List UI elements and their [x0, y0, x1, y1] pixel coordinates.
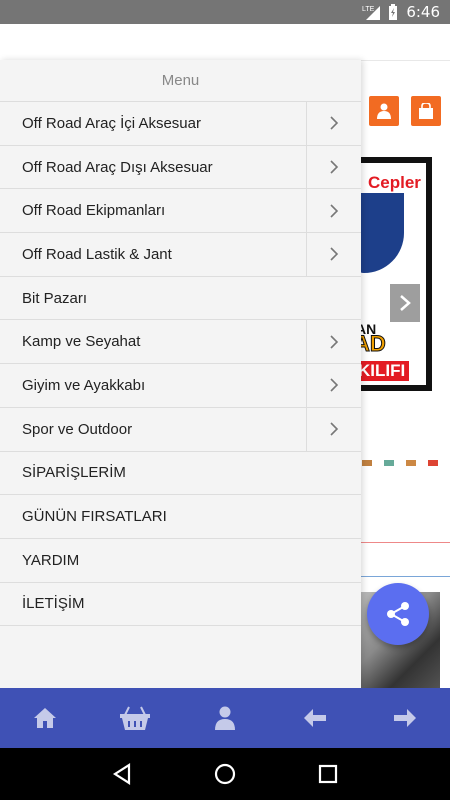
submenu-expand-button[interactable]: [306, 189, 361, 233]
forward-button[interactable]: [380, 693, 430, 743]
menu-item[interactable]: Kamp ve Seyahat: [0, 320, 361, 365]
banner-text-top: Cepler: [368, 173, 421, 192]
navigation-drawer: Menu Off Road Araç İçi Aksesuar Off Road …: [0, 60, 361, 688]
carousel-next-button[interactable]: [390, 284, 420, 322]
lte-signal-icon: LTE: [362, 4, 381, 20]
status-time: 6:46: [406, 3, 440, 21]
chevron-right-icon: [330, 160, 339, 174]
share-button[interactable]: [367, 583, 429, 645]
brand-logo: [428, 460, 438, 466]
circle-home-icon: [214, 763, 236, 785]
section-divider: [360, 542, 450, 543]
chevron-right-icon: [330, 247, 339, 261]
menu-item[interactable]: Bit Pazarı: [0, 277, 361, 321]
arrow-left-icon: [304, 709, 326, 727]
menu-item-label: Bit Pazarı: [22, 289, 88, 307]
svg-text:LTE: LTE: [362, 6, 375, 13]
system-recents-button[interactable]: [308, 754, 348, 794]
menu-item[interactable]: İLETİŞİM: [0, 583, 361, 627]
system-nav-bar: [0, 748, 450, 800]
banner-text-bottom: KILIFI: [354, 361, 410, 381]
system-home-button[interactable]: [205, 754, 245, 794]
home-button[interactable]: [20, 693, 70, 743]
square-recents-icon: [319, 764, 338, 784]
menu-item-label: Spor ve Outdoor: [22, 420, 133, 438]
chevron-right-icon: [400, 295, 411, 311]
chevron-right-icon: [330, 116, 339, 130]
home-icon: [34, 708, 56, 728]
system-back-button[interactable]: [102, 754, 142, 794]
chevron-right-icon: [330, 204, 339, 218]
menu-item-label: Giyim ve Ayakkabı: [22, 376, 146, 394]
menu-item-label: Off Road Araç İçi Aksesuar: [22, 114, 201, 132]
brand-logos: [362, 460, 438, 466]
basket-button[interactable]: [110, 693, 160, 743]
submenu-expand-button[interactable]: [306, 320, 361, 364]
menu-item-label: SİPARİŞLERİM: [22, 464, 126, 482]
basket-icon: [120, 706, 150, 730]
menu-item-label: Off Road Araç Dışı Aksesuar: [22, 158, 213, 176]
menu-list: Off Road Araç İçi Aksesuar Off Road Araç …: [0, 102, 361, 627]
menu-item[interactable]: Giyim ve Ayakkabı: [0, 364, 361, 408]
menu-item-label: Off Road Lastik & Jant: [22, 245, 172, 263]
menu-item-label: GÜNÜN FIRSATLARI: [22, 508, 167, 526]
menu-item-label: YARDIM: [22, 551, 80, 569]
brand-logo: [362, 460, 372, 466]
account-button[interactable]: [369, 96, 399, 126]
submenu-expand-button[interactable]: [306, 407, 361, 451]
menu-item[interactable]: Off Road Araç İçi Aksesuar: [0, 102, 361, 146]
bottom-nav-bar: [0, 688, 450, 748]
menu-item[interactable]: SİPARİŞLERİM: [0, 452, 361, 496]
brand-logo: [406, 460, 416, 466]
chevron-right-icon: [330, 335, 339, 349]
status-bar: LTE 6:46: [0, 0, 450, 24]
submenu-expand-button[interactable]: [306, 364, 361, 407]
user-icon: [377, 103, 391, 119]
chevron-right-icon: [330, 422, 339, 436]
menu-item[interactable]: Off Road Lastik & Jant: [0, 233, 361, 277]
submenu-expand-button[interactable]: [306, 145, 361, 189]
menu-item[interactable]: Spor ve Outdoor: [0, 407, 361, 452]
profile-button[interactable]: [200, 693, 250, 743]
submenu-expand-button[interactable]: [306, 102, 361, 145]
menu-item[interactable]: YARDIM: [0, 539, 361, 583]
submenu-expand-button[interactable]: [306, 233, 361, 276]
triangle-back-icon: [112, 763, 130, 785]
battery-icon: [388, 4, 398, 20]
menu-item[interactable]: GÜNÜN FIRSATLARI: [0, 495, 361, 539]
cart-button[interactable]: [411, 96, 441, 126]
menu-item-label: İLETİŞİM: [22, 595, 85, 613]
drawer-title: Menu: [0, 60, 361, 102]
share-icon: [387, 602, 409, 626]
menu-item-label: Off Road Ekipmanları: [22, 202, 166, 220]
chevron-right-icon: [330, 378, 339, 393]
brand-logo: [384, 460, 394, 466]
menu-item[interactable]: Off Road Araç Dışı Aksesuar: [0, 145, 361, 190]
back-button[interactable]: [290, 693, 340, 743]
shopping-bag-icon: [419, 103, 433, 119]
menu-item-label: Kamp ve Seyahat: [22, 333, 141, 351]
user-icon: [215, 706, 235, 730]
menu-item[interactable]: Off Road Ekipmanları: [0, 189, 361, 234]
banner-graphic: [354, 193, 404, 273]
arrow-right-icon: [394, 709, 416, 727]
section-divider: [360, 576, 450, 577]
